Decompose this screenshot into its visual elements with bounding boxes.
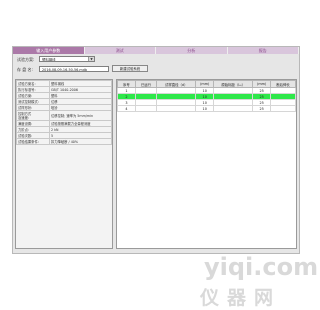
chevron-down-icon[interactable]: ▼ <box>88 57 94 61</box>
grid-cell[interactable] <box>270 105 296 112</box>
watermark-line-1: yiqi.com <box>204 253 319 281</box>
grid-cell[interactable] <box>134 105 158 112</box>
grid-header[interactable]: (mm) <box>252 80 272 88</box>
grid-cell[interactable]: 10 <box>195 105 215 112</box>
tab-strip: 输入用户参数 测试 分析 报告 <box>13 47 299 54</box>
watermark: yiqi.com 仪器网 <box>196 253 318 309</box>
grid-cell[interactable]: 25 <box>252 105 272 112</box>
param-value: 扣力降破断 / 40% <box>49 138 112 145</box>
grid-cell[interactable] <box>213 105 254 112</box>
grid-cell[interactable]: 4 <box>117 105 136 112</box>
sample-grid: 序号 已运行 试样直径（d） (mm) 原始标距（L₀） (mm) 断后伸长 1… <box>116 79 297 249</box>
scheme-value: 塑料钢线 <box>42 58 56 62</box>
param-key: 试验结果条件: <box>16 138 50 145</box>
grid-header[interactable]: 序号 <box>117 80 136 88</box>
param-row: 控制方式 及速度: 位移控制; 速率为 5mm/min <box>16 110 112 121</box>
scheme-label: 试验方案: <box>17 57 35 62</box>
param-value: 位移控制; 速率为 5mm/min <box>49 110 112 121</box>
param-key: 控制方式 及速度: <box>16 110 50 121</box>
tab-report[interactable]: 报告 <box>227 47 299 54</box>
file-name-field[interactable]: 2016-08-09-16-50-56.mdb <box>39 66 109 72</box>
grid-header[interactable]: 已运行 <box>134 80 158 88</box>
new-test-system-button[interactable]: 新建试验系统 <box>112 65 148 72</box>
table-row[interactable]: 4 10 25 <box>117 105 296 112</box>
tab-analysis[interactable]: 分析 <box>156 47 228 54</box>
params-table: 试验方案名: 塑料钢线 执行标准号: GB/T 1040-2006 试验方案: 塑料 … <box>16 80 112 145</box>
param-row: 试验结果条件: 扣力降破断 / 40% <box>16 138 112 145</box>
file-label: 存 盘 名: <box>17 67 33 72</box>
grid-header-row: 序号 已运行 试样直径（d） (mm) 原始标距（L₀） (mm) 断后伸长 <box>117 80 296 88</box>
sample-table: 序号 已运行 试样直径（d） (mm) 原始标距（L₀） (mm) 断后伸长 1… <box>117 80 296 112</box>
grid-cell[interactable] <box>156 105 197 112</box>
app-window: 输入用户参数 测试 分析 报告 试验方案: 塑料钢线 ▼ 存 盘 名: 2016… <box>12 46 300 254</box>
toolbar: 试验方案: 塑料钢线 ▼ 存 盘 名: 2016-08-09-16-50-56.… <box>13 54 299 78</box>
grid-header[interactable]: (mm) <box>195 80 215 88</box>
params-panel: 试验方案名: 塑料钢线 执行标准号: GB/T 1040-2006 试验方案: 塑料 … <box>15 79 113 249</box>
watermark-line-2: 仪器网 <box>200 287 282 309</box>
grid-header[interactable]: 断后伸长 <box>270 80 296 88</box>
tab-test[interactable]: 测试 <box>84 47 156 54</box>
grid-header[interactable]: 试样直径（d） <box>156 80 197 88</box>
tab-input-params[interactable]: 输入用户参数 <box>13 47 85 54</box>
scheme-select[interactable]: 塑料钢线 ▼ <box>39 56 95 62</box>
grid-header[interactable]: 原始标距（L₀） <box>213 80 254 88</box>
